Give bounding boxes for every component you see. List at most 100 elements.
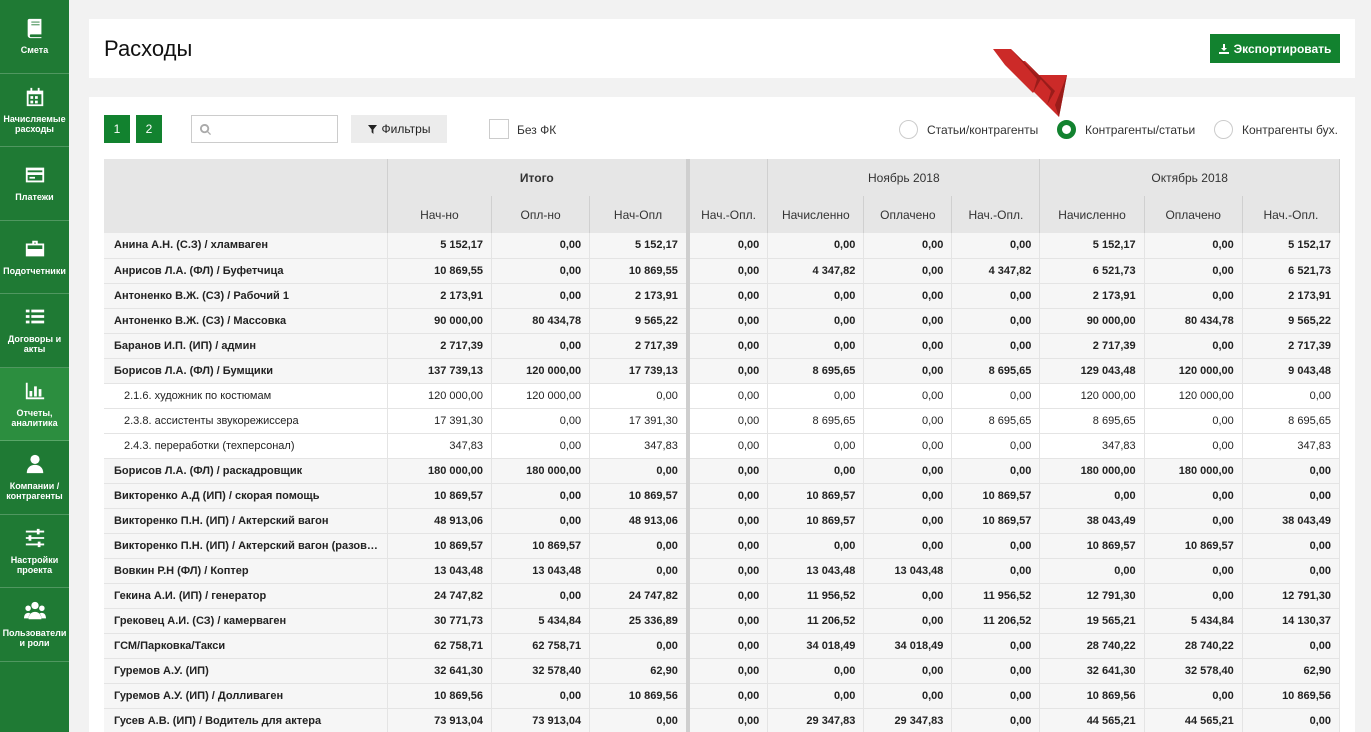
value-cell: 0,00 bbox=[1144, 283, 1243, 309]
value-cell: 8 695,65 bbox=[767, 358, 865, 384]
row-name-cell: Гекина А.И. (ИП) / генератор bbox=[104, 583, 388, 609]
value-cell: 0,00 bbox=[685, 483, 769, 509]
value-cell: 73 913,04 bbox=[387, 708, 493, 732]
no-fk-checkbox[interactable] bbox=[489, 119, 509, 139]
value-cell: 0,00 bbox=[685, 558, 769, 584]
column-header[interactable]: Нач-но bbox=[387, 196, 493, 233]
sidebar-item-accrued-expenses[interactable]: Начисляемые расходы bbox=[0, 74, 69, 147]
row-name-cell: Грековец А.И. (СЗ) / камерваген bbox=[104, 608, 388, 634]
value-cell: 0,00 bbox=[491, 483, 591, 509]
radio-counterparties-accounting[interactable] bbox=[1214, 120, 1233, 139]
value-cell: 0,00 bbox=[767, 433, 865, 459]
value-cell: 10 869,57 bbox=[767, 483, 865, 509]
value-cell: 0,00 bbox=[863, 433, 953, 459]
sidebar-item-project-settings[interactable]: Настройки проекта bbox=[0, 515, 69, 588]
table-row[interactable]: Гуремов А.У. (ИП) / Долливаген 10 869,56 0… bbox=[104, 683, 1340, 709]
table-subrow[interactable]: 2.3.8. ассистенты звукорежиссера 17 391,3… bbox=[104, 408, 1340, 434]
table-row[interactable]: Гекина А.И. (ИП) / генератор 24 747,82 0,0… bbox=[104, 583, 1340, 609]
sidebar-item-label: Начисляемые расходы bbox=[3, 113, 66, 134]
search-input[interactable] bbox=[216, 116, 334, 142]
column-header[interactable]: Нач.-Опл. bbox=[951, 196, 1041, 233]
table-subrow[interactable]: 2.1.6. художник по костюмам 120 000,00 120… bbox=[104, 383, 1340, 409]
table-row[interactable]: Антоненко В.Ж. (СЗ) / Массовка 90 000,00 8… bbox=[104, 308, 1340, 334]
value-cell: 0,00 bbox=[863, 583, 953, 609]
user-icon bbox=[26, 455, 43, 474]
value-cell: 0,00 bbox=[491, 408, 591, 434]
table-row[interactable]: Баранов И.П. (ИП) / админ 2 717,39 0,00 2 7… bbox=[104, 333, 1340, 359]
sidebar-item-contracts[interactable]: Договоры и акты bbox=[0, 294, 69, 368]
table-row[interactable]: ГСМ/Парковка/Такси 62 758,71 62 758,71 0,00… bbox=[104, 633, 1340, 659]
value-cell: 0,00 bbox=[685, 583, 769, 609]
table-row[interactable]: Борисов Л.А. (ФЛ) / раскадровщик 180 000,… bbox=[104, 458, 1340, 484]
sidebar-item-reports[interactable]: Отчеты, аналитика bbox=[0, 367, 69, 441]
sidebar-item-label: Отчеты, аналитика bbox=[11, 407, 58, 428]
table-row[interactable]: Анрисов Л.А. (ФЛ) / Буфетчица 10 869,55 0,… bbox=[104, 258, 1340, 284]
value-cell: 0,00 bbox=[863, 483, 953, 509]
column-header[interactable]: Начисленно bbox=[1039, 196, 1145, 233]
table-row[interactable]: Гусев А.В. (ИП) / Водитель для актера 73 … bbox=[104, 708, 1340, 732]
table-row[interactable]: Викторенко П.Н. (ИП) / Актерский вагон 48… bbox=[104, 508, 1340, 534]
value-cell: 34 018,49 bbox=[863, 633, 953, 659]
value-cell: 0,00 bbox=[1242, 633, 1340, 659]
page-button-1[interactable]: 1 bbox=[104, 115, 130, 143]
column-header[interactable]: Оплачено bbox=[863, 196, 953, 233]
row-name-cell: Гуремов А.У. (ИП) bbox=[104, 658, 388, 684]
table-row[interactable]: Викторенко А.Д (ИП) / скорая помощь 10 86… bbox=[104, 483, 1340, 509]
value-cell: 0,00 bbox=[951, 383, 1041, 409]
column-header[interactable]: Нач-Опл bbox=[589, 196, 689, 233]
value-cell: 0,00 bbox=[863, 658, 953, 684]
sidebar-item-users-roles[interactable]: Пользователи и роли bbox=[0, 588, 69, 662]
filter-icon bbox=[367, 124, 377, 134]
value-cell: 347,83 bbox=[589, 433, 689, 459]
radio-counterparties-articles[interactable] bbox=[1057, 120, 1076, 139]
column-header[interactable]: Нач.-Опл. bbox=[1242, 196, 1340, 233]
table-row[interactable]: Борисов Л.А. (ФЛ) / Бумщики 137 739,13 120… bbox=[104, 358, 1340, 384]
value-cell: 9 565,22 bbox=[1242, 308, 1340, 334]
value-cell: 0,00 bbox=[1242, 483, 1340, 509]
column-header[interactable]: Оплачено bbox=[1144, 196, 1243, 233]
group-header-oct-2018: Октябрь 2018 bbox=[1039, 159, 1340, 196]
value-cell: 0,00 bbox=[1242, 708, 1340, 732]
value-cell: 0,00 bbox=[767, 533, 865, 559]
value-cell: 0,00 bbox=[863, 408, 953, 434]
page-button-2[interactable]: 2 bbox=[136, 115, 162, 143]
filter-button-label: Фильтры bbox=[381, 122, 431, 136]
value-cell: 0,00 bbox=[685, 658, 769, 684]
sidebar-item-companies[interactable]: Компании / контрагенты bbox=[0, 441, 69, 515]
value-cell: 13 043,48 bbox=[387, 558, 493, 584]
table-row[interactable]: Викторенко П.Н. (ИП) / Актерский вагон (… bbox=[104, 533, 1340, 559]
table-row[interactable]: Анина А.Н. (С.З) / хламваген 5 152,17 0,00… bbox=[104, 233, 1340, 259]
value-cell: 0,00 bbox=[767, 458, 865, 484]
value-cell: 0,00 bbox=[685, 233, 769, 259]
value-cell: 0,00 bbox=[863, 508, 953, 534]
radio-articles-counterparties[interactable] bbox=[899, 120, 918, 139]
value-cell: 0,00 bbox=[951, 558, 1041, 584]
filter-button[interactable]: Фильтры bbox=[351, 115, 447, 143]
group-header-total: Итого bbox=[387, 159, 689, 196]
sidebar-item-payments[interactable]: Платежи bbox=[0, 147, 69, 221]
table-subrow[interactable]: 2.4.3. переработки (техперсонал) 347,83 0,… bbox=[104, 433, 1340, 459]
row-name-cell: Гусев А.В. (ИП) / Водитель для актера bbox=[104, 708, 388, 732]
value-cell: 11 206,52 bbox=[767, 608, 865, 634]
value-cell: 25 336,89 bbox=[589, 608, 689, 634]
value-cell: 0,00 bbox=[1144, 433, 1243, 459]
table-row[interactable]: Антоненко В.Ж. (СЗ) / Рабочий 12 173,91 0… bbox=[104, 283, 1340, 309]
sidebar-item-accountable[interactable]: Подотчетники bbox=[0, 221, 69, 294]
sidebar-item-smeta[interactable]: Смета bbox=[0, 0, 69, 74]
value-cell: 0,00 bbox=[863, 533, 953, 559]
value-cell: 120 000,00 bbox=[491, 383, 591, 409]
value-cell: 9 043,48 bbox=[1242, 358, 1340, 384]
column-header[interactable]: Начисленно bbox=[767, 196, 865, 233]
table-row[interactable]: Вовкин Р.Н (ФЛ) / Коптер 13 043,48 13 043,… bbox=[104, 558, 1340, 584]
table-row[interactable]: Грековец А.И. (СЗ) / камерваген 30 771,73… bbox=[104, 608, 1340, 634]
sidebar-item-label: Настройки проекта bbox=[10, 554, 59, 575]
expenses-table-container[interactable]: Итого Ноябрь 2018 Октябрь 2018 Нач-но Оп… bbox=[104, 159, 1340, 732]
value-cell: 0,00 bbox=[1144, 333, 1243, 359]
export-button[interactable]: Экспортировать bbox=[1210, 34, 1340, 63]
search-field[interactable] bbox=[191, 115, 338, 143]
value-cell: 0,00 bbox=[685, 508, 769, 534]
column-header[interactable]: Опл-но bbox=[491, 196, 591, 233]
search-icon bbox=[200, 124, 211, 135]
column-header[interactable]: Нач.-Опл. bbox=[685, 196, 769, 233]
table-row[interactable]: Гуремов А.У. (ИП) 32 641,30 32 578,40 62,90… bbox=[104, 658, 1340, 684]
